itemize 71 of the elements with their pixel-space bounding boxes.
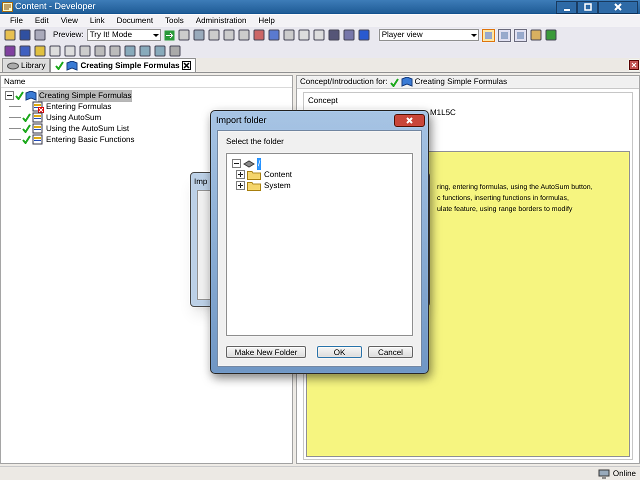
book-icon bbox=[66, 60, 78, 70]
check-icon bbox=[15, 91, 24, 100]
preview-label: Preview: bbox=[53, 29, 84, 41]
outline-item[interactable]: Entering Basic Functions bbox=[45, 134, 136, 146]
dialog-button[interactable]: Cancel bbox=[368, 346, 413, 358]
tree-line bbox=[9, 139, 21, 140]
close-panel-button[interactable] bbox=[629, 60, 639, 70]
dropdown-arrow-icon bbox=[470, 31, 478, 39]
dialog-title: Imp bbox=[194, 176, 208, 188]
tab[interactable]: Library bbox=[2, 58, 50, 72]
window-title: Content - Developer bbox=[15, 0, 96, 14]
file-path: M1L5C bbox=[430, 107, 456, 119]
outline-item[interactable]: Creating Simple Formulas bbox=[38, 90, 132, 102]
menu-item[interactable]: Link bbox=[90, 14, 105, 26]
preview-mode-dropdown[interactable]: Try It! Mode bbox=[86, 29, 161, 41]
network-icon bbox=[598, 468, 610, 478]
document-error-icon bbox=[32, 100, 44, 112]
document-icon bbox=[32, 134, 44, 146]
close-button[interactable] bbox=[598, 0, 638, 14]
collapse-icon[interactable] bbox=[232, 159, 241, 168]
outline-item[interactable]: Using the AutoSum List bbox=[45, 122, 130, 134]
collapse-icon[interactable] bbox=[5, 91, 14, 100]
document-icon bbox=[32, 112, 44, 124]
dialog-title: Import folder bbox=[216, 114, 268, 127]
close-icon bbox=[406, 117, 413, 124]
check-icon bbox=[390, 78, 399, 86]
tree-line bbox=[9, 106, 21, 107]
tree-line bbox=[9, 128, 21, 129]
close-icon bbox=[631, 62, 637, 68]
menu-item[interactable]: Tools bbox=[165, 14, 184, 26]
menu-item[interactable]: File bbox=[10, 14, 23, 26]
dialog-button[interactable]: OK bbox=[317, 346, 362, 358]
folder-item[interactable]: System bbox=[263, 180, 292, 192]
close-icon bbox=[614, 3, 622, 11]
tree-line bbox=[9, 117, 21, 118]
book-icon bbox=[400, 77, 413, 87]
maximize-button[interactable] bbox=[577, 0, 598, 14]
group-label: Concept bbox=[308, 95, 339, 107]
folder-icon bbox=[247, 170, 261, 180]
column-header: Name bbox=[1, 76, 292, 88]
tab[interactable]: Creating Simple Formulas bbox=[50, 58, 196, 72]
menu-item[interactable]: Edit bbox=[34, 14, 49, 26]
library-icon bbox=[7, 62, 19, 70]
outline-item[interactable]: Entering Formulas bbox=[45, 100, 112, 112]
folder-item[interactable]: Content bbox=[263, 168, 294, 180]
expand-icon[interactable] bbox=[236, 170, 245, 179]
close-icon[interactable] bbox=[182, 61, 191, 70]
view-dropdown[interactable]: Player view bbox=[378, 29, 479, 41]
document-icon bbox=[32, 122, 44, 134]
layout-icon[interactable] bbox=[498, 28, 511, 42]
minimize-button[interactable] bbox=[556, 0, 577, 14]
prompt-text: Select the folder bbox=[226, 136, 285, 148]
go-icon[interactable] bbox=[164, 30, 175, 40]
menu-item[interactable]: Help bbox=[258, 14, 275, 26]
status-text: Online bbox=[612, 468, 636, 480]
menu-item[interactable]: Document bbox=[116, 14, 154, 26]
maximize-icon bbox=[584, 3, 592, 11]
menu-item[interactable]: View bbox=[60, 14, 78, 26]
dropdown-arrow-icon bbox=[152, 31, 160, 39]
outline-item[interactable]: Using AutoSum bbox=[45, 112, 102, 124]
book-icon bbox=[25, 90, 37, 100]
header-title: Creating Simple Formulas bbox=[414, 76, 508, 88]
expand-icon[interactable] bbox=[236, 181, 245, 190]
layout-icon[interactable] bbox=[514, 28, 527, 42]
app-icon bbox=[2, 2, 13, 12]
menu-item[interactable]: Administration bbox=[196, 14, 246, 26]
check-icon bbox=[55, 61, 64, 70]
header-label: Concept/Introduction for: bbox=[300, 76, 388, 88]
close-button[interactable] bbox=[394, 114, 425, 127]
drive-icon bbox=[243, 160, 255, 168]
dialog-button[interactable]: Make New Folder bbox=[226, 346, 306, 358]
